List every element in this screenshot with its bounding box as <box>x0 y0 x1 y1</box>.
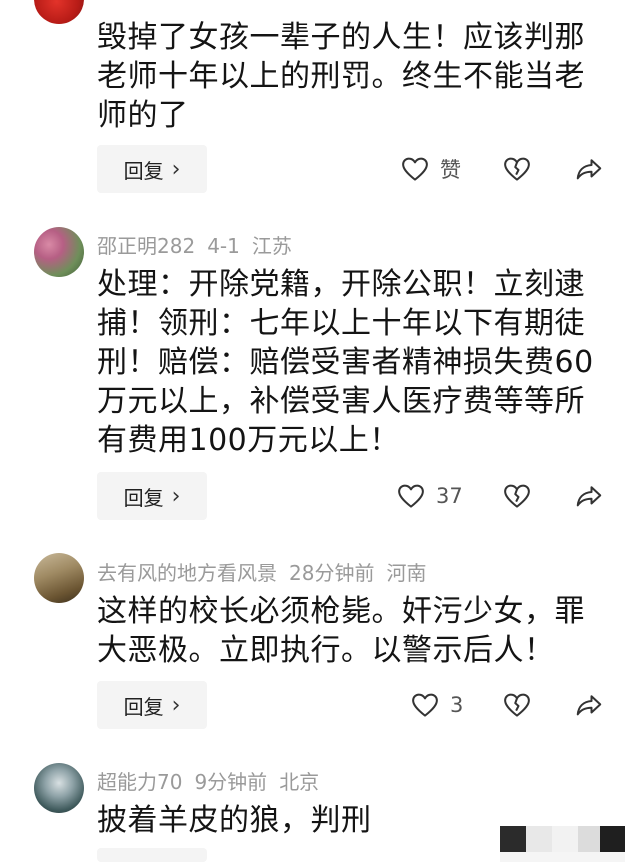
username[interactable]: 邵正明282 <box>97 234 195 258</box>
comment-meta: 去有风的地方看风景 28分钟前 河南 <box>97 557 438 586</box>
like-button[interactable]: 37 <box>396 472 463 520</box>
like-count: 3 <box>450 693 464 717</box>
username[interactable]: 超能力70 <box>97 770 182 794</box>
chevron-right-icon: › <box>171 483 181 509</box>
like-button[interactable]: 3 <box>410 681 463 729</box>
heart-icon <box>402 157 428 181</box>
like-count: 赞 <box>440 158 461 182</box>
comment-date: 28分钟前 <box>289 561 375 585</box>
comment-date: 4-1 <box>207 234 240 258</box>
chevron-right-icon: › <box>171 692 181 718</box>
comment-meta: 超能力70 9分钟前 北京 <box>97 766 331 795</box>
broken-heart-icon <box>504 693 530 717</box>
comment-location: 江苏 <box>251 234 292 258</box>
comment-meta: 邵正明282 4-1 江苏 <box>97 230 304 259</box>
avatar[interactable] <box>34 553 84 603</box>
action-bar: 3 <box>390 681 620 729</box>
avatar[interactable] <box>34 227 84 277</box>
heart-icon <box>412 693 438 717</box>
avatar[interactable] <box>34 0 84 24</box>
action-bar: 37 <box>390 472 620 520</box>
reply-button[interactable]: 回复 › <box>97 681 207 729</box>
reply-button[interactable]: 回复 › <box>97 472 207 520</box>
share-icon <box>576 159 602 180</box>
comment-text: 毁掉了女孩一辈子的人生！应该判那老师十年以上的刑罚。终生不能当老师的了 <box>97 20 585 133</box>
avatar[interactable] <box>34 763 84 813</box>
comment-location: 北京 <box>279 770 320 794</box>
dislike-button[interactable] <box>502 472 532 520</box>
reply-button[interactable]: 回复 › <box>97 145 207 193</box>
comment-text: 这样的校长必须枪毙。奸污少女，罪大恶极。立即执行。以警示后人！ <box>97 594 585 668</box>
broken-heart-icon <box>504 484 530 508</box>
reply-button[interactable] <box>97 848 207 862</box>
broken-heart-icon <box>504 157 530 181</box>
share-button[interactable] <box>574 145 604 193</box>
share-button[interactable] <box>574 472 604 520</box>
like-count: 37 <box>436 484 463 508</box>
like-button[interactable]: 赞 <box>400 145 461 193</box>
dislike-button[interactable] <box>502 681 532 729</box>
comment-location: 河南 <box>386 561 427 585</box>
share-button[interactable] <box>574 681 604 729</box>
comment-text: 处理：开除党籍，开除公职！立刻逮捕！领刑：七年以上十年以下有期徒刑！赔偿：赔偿受… <box>97 267 594 458</box>
dislike-button[interactable] <box>502 145 532 193</box>
share-icon <box>576 695 602 716</box>
watermark-mosaic <box>500 824 625 862</box>
share-icon <box>576 486 602 507</box>
action-bar: 赞 <box>390 145 620 193</box>
comment-date: 9分钟前 <box>194 770 268 794</box>
username[interactable]: 去有风的地方看风景 <box>97 561 277 585</box>
chevron-right-icon: › <box>171 156 181 182</box>
heart-icon <box>398 484 424 508</box>
